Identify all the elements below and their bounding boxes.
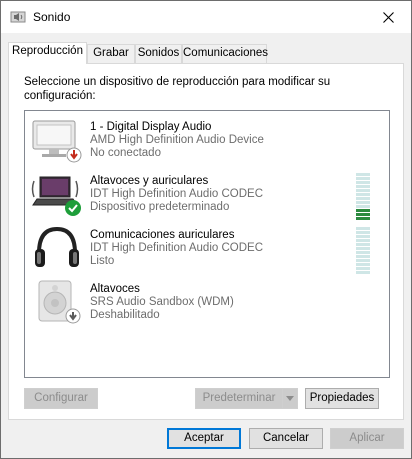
meter-segment <box>356 181 370 184</box>
device-description: IDT High Definition Audio CODEC <box>90 188 263 200</box>
meter-segment <box>356 251 370 254</box>
tab-comunicaciones[interactable]: Comunicaciones <box>182 44 268 63</box>
meter-segment <box>356 247 370 250</box>
meter-segment <box>356 201 370 204</box>
set-default-button[interactable]: Predeterminar <box>195 388 283 409</box>
device-name: Altavoces <box>90 283 140 295</box>
speaker-icon <box>38 280 81 324</box>
laptop-speakers-icon <box>31 176 81 216</box>
meter-segment <box>356 205 370 208</box>
close-icon <box>382 11 394 23</box>
meter-segment <box>356 217 370 220</box>
meter-segment <box>356 267 370 270</box>
apply-button[interactable]: Aplicar <box>330 428 404 449</box>
device-status: Listo <box>90 255 115 267</box>
ok-button[interactable]: Aceptar <box>167 428 241 449</box>
meter-segment <box>356 209 370 212</box>
meter-segment <box>356 227 370 230</box>
meter-segment <box>356 177 370 180</box>
device-item-digital-display-audio[interactable]: 1 - Digital Display Audio AMD High Defin… <box>25 113 389 167</box>
window-title: Sonido <box>33 10 71 24</box>
disabled-badge-icon <box>65 308 81 324</box>
device-status: Dispositivo predeterminado <box>90 201 230 213</box>
speaker-icon <box>10 11 26 23</box>
tab-reproduccion[interactable]: Reproducción <box>8 42 87 64</box>
volume-meter <box>356 173 370 221</box>
meter-segment <box>356 255 370 258</box>
meter-segment <box>356 197 370 200</box>
device-status: Deshabilitado <box>90 309 160 321</box>
tab-panel-reproduccion: Seleccione un dispositivo de reproducció… <box>8 63 404 420</box>
tab-sonidos[interactable]: Sonidos <box>135 44 182 63</box>
instructions-text: Seleccione un dispositivo de reproducció… <box>24 76 331 102</box>
meter-segment <box>356 173 370 176</box>
headphones-icon <box>35 226 79 267</box>
device-status: No conectado <box>90 147 161 159</box>
device-description: SRS Audio Sandbox (WDM) <box>90 296 234 308</box>
cancel-button[interactable]: Cancelar <box>249 428 323 449</box>
meter-segment <box>356 271 370 274</box>
device-list[interactable]: 1 - Digital Display Audio AMD High Defin… <box>24 110 390 378</box>
meter-segment <box>356 259 370 262</box>
device-text: Altavoces y auriculares IDT High Definit… <box>90 175 263 214</box>
meter-segment <box>356 213 370 216</box>
set-default-dropdown-arrow-icon[interactable] <box>282 388 298 409</box>
device-text: 1 - Digital Display Audio AMD High Defin… <box>90 121 264 160</box>
device-name: 1 - Digital Display Audio <box>90 121 212 133</box>
device-item-altavoces[interactable]: Altavoces SRS Audio Sandbox (WDM) Deshab… <box>25 275 389 329</box>
meter-segment <box>356 189 370 192</box>
device-description: AMD High Definition Audio Device <box>90 134 264 146</box>
configure-button[interactable]: Configurar <box>24 388 98 409</box>
device-name: Comunicaciones auriculares <box>90 229 235 241</box>
device-text: Comunicaciones auriculares IDT High Defi… <box>90 229 263 268</box>
properties-button[interactable]: Propiedades <box>305 388 379 409</box>
tab-grabar[interactable]: Grabar <box>87 44 135 63</box>
volume-meter <box>356 227 370 275</box>
meter-segment <box>356 231 370 234</box>
meter-segment <box>356 239 370 242</box>
device-item-comunicaciones-auriculares[interactable]: Comunicaciones auriculares IDT High Defi… <box>25 221 389 275</box>
meter-segment <box>356 193 370 196</box>
sound-dialog: Sonido Reproducción Grabar Sonidos Comun… <box>0 0 412 459</box>
meter-segment <box>356 243 370 246</box>
title-bar: Sonido <box>1 1 411 33</box>
device-name: Altavoces y auriculares <box>90 175 209 187</box>
meter-segment <box>356 185 370 188</box>
close-button[interactable] <box>365 1 411 33</box>
default-check-icon <box>65 200 81 216</box>
device-text: Altavoces SRS Audio Sandbox (WDM) Deshab… <box>90 283 234 322</box>
disconnected-badge-icon <box>66 147 82 163</box>
meter-segment <box>356 263 370 266</box>
monitor-icon <box>32 120 82 163</box>
meter-segment <box>356 235 370 238</box>
device-item-altavoces-y-auriculares[interactable]: Altavoces y auriculares IDT High Definit… <box>25 167 389 221</box>
device-description: IDT High Definition Audio CODEC <box>90 242 263 254</box>
